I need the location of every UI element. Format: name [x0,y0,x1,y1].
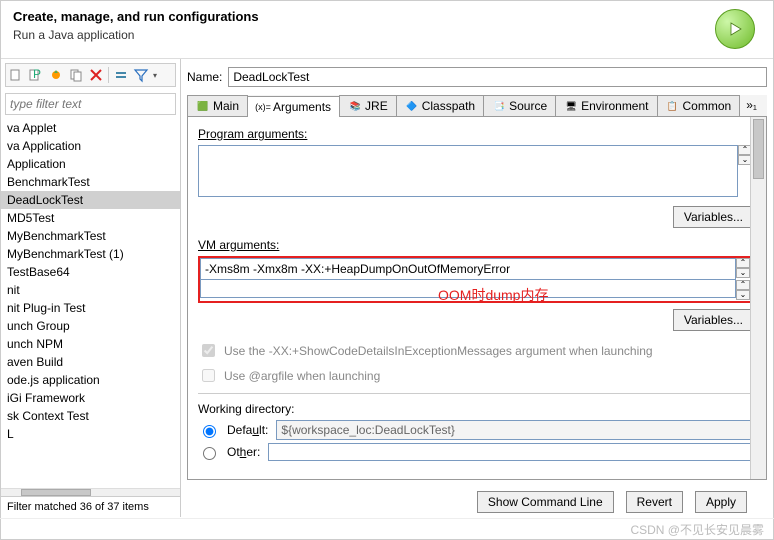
apply-button[interactable]: Apply [695,491,747,513]
revert-button[interactable]: Revert [626,491,683,513]
tab-arguments-content: Program arguments: ⌃⌄ Variables... OOM时d… [187,117,767,480]
tab-environment[interactable]: 🖥Environment [555,95,657,116]
show-details-label: Use the -XX:+ShowCodeDetailsInExceptionM… [224,344,653,358]
new-config-icon[interactable] [8,67,24,83]
tree-item[interactable]: nit [1,281,180,299]
duplicate-icon[interactable] [68,67,84,83]
filter-input[interactable] [5,93,176,115]
vm-args-input[interactable]: -Xms8m -Xmx8m -XX:+HeapDumpOnOutOfMemory… [200,258,736,280]
tree-item[interactable]: BenchmarkTest [1,173,180,191]
tree-item[interactable]: TestBase64 [1,263,180,281]
show-details-checkbox [202,344,215,357]
left-toolbar: P ▾ [5,63,176,87]
export-icon[interactable] [48,67,64,83]
tree-item[interactable]: aven Build [1,353,180,371]
new-proto-icon[interactable]: P [28,67,44,83]
tab-classpath[interactable]: 🔷Classpath [396,95,484,116]
program-args-label: Program arguments: [198,127,756,141]
show-command-line-button[interactable]: Show Command Line [477,491,614,513]
name-label: Name: [187,70,222,84]
program-variables-button[interactable]: Variables... [673,206,754,228]
tree-item[interactable]: MD5Test [1,209,180,227]
tree-item[interactable]: iGi Framework [1,389,180,407]
tab-icon: 📚 [348,99,362,113]
wd-default-radio[interactable] [203,425,216,438]
tree-item[interactable]: unch NPM [1,335,180,353]
tree-item[interactable]: L [1,425,180,443]
vm-args-label: VM arguments: [198,238,756,252]
tree-item[interactable]: sk Context Test [1,407,180,425]
dialog-title: Create, manage, and run configurations [13,9,259,24]
argfile-checkbox [202,369,215,382]
tab-overflow[interactable]: »₁ [739,95,763,116]
annotation-text: OOM时dump内存 [438,285,548,305]
wd-default-label: Default: [227,423,268,437]
argfile-label: Use @argfile when launching [224,369,380,383]
tab-icon: 🖥 [564,99,578,113]
watermark: CSDN @不见长安见晨雾 [0,518,774,540]
left-panel: P ▾ va Appletva ApplicationApplicationBe… [1,59,181,517]
tab-bar: 🟩Main(x)=Arguments📚JRE🔷Classpath📑Source🖥… [187,95,767,117]
collapse-icon[interactable] [113,67,129,83]
wd-other-radio[interactable] [203,447,216,460]
tree-item[interactable]: Application [1,155,180,173]
program-args-input[interactable] [198,145,738,197]
tree-item[interactable]: nit Plug-in Test [1,299,180,317]
tab-jre[interactable]: 📚JRE [339,95,397,116]
delete-icon[interactable] [88,67,104,83]
vm-variables-button[interactable]: Variables... [673,309,754,331]
tab-icon: 📋 [666,99,680,113]
tree-item[interactable]: unch Group [1,317,180,335]
tab-icon: 📑 [492,99,506,113]
wd-other-input[interactable] [268,443,756,461]
tree-item[interactable]: va Applet [1,119,180,137]
content-vscroll[interactable] [750,117,766,479]
tab-icon: 🟩 [196,99,210,113]
tree-item[interactable]: MyBenchmarkTest (1) [1,245,180,263]
tree-item[interactable]: MyBenchmarkTest [1,227,180,245]
config-tree[interactable]: va Appletva ApplicationApplicationBenchm… [1,117,180,488]
tab-source[interactable]: 📑Source [483,95,556,116]
tab-arguments[interactable]: (x)=Arguments [247,96,340,117]
name-input[interactable] [228,67,767,87]
right-panel: Name: 🟩Main(x)=Arguments📚JRE🔷Classpath📑S… [181,59,773,517]
tab-icon: 🔷 [405,99,419,113]
tree-item[interactable]: va Application [1,137,180,155]
run-icon [715,9,755,49]
wd-other-label: Other: [227,445,260,459]
filter-status: Filter matched 36 of 37 items [1,496,180,517]
filter-icon[interactable] [133,67,149,83]
tree-item[interactable]: ode.js application [1,371,180,389]
dialog-subtitle: Run a Java application [13,28,259,42]
tab-common[interactable]: 📋Common [657,95,741,116]
working-dir-label: Working directory: [198,402,756,416]
tab-main[interactable]: 🟩Main [187,95,248,116]
tab-icon: (x)= [256,100,270,114]
wd-default-value: ${workspace_loc:DeadLockTest} [276,420,756,440]
svg-text:P: P [33,67,41,81]
tree-item[interactable]: DeadLockTest [1,191,180,209]
tree-hscroll[interactable] [1,488,180,496]
